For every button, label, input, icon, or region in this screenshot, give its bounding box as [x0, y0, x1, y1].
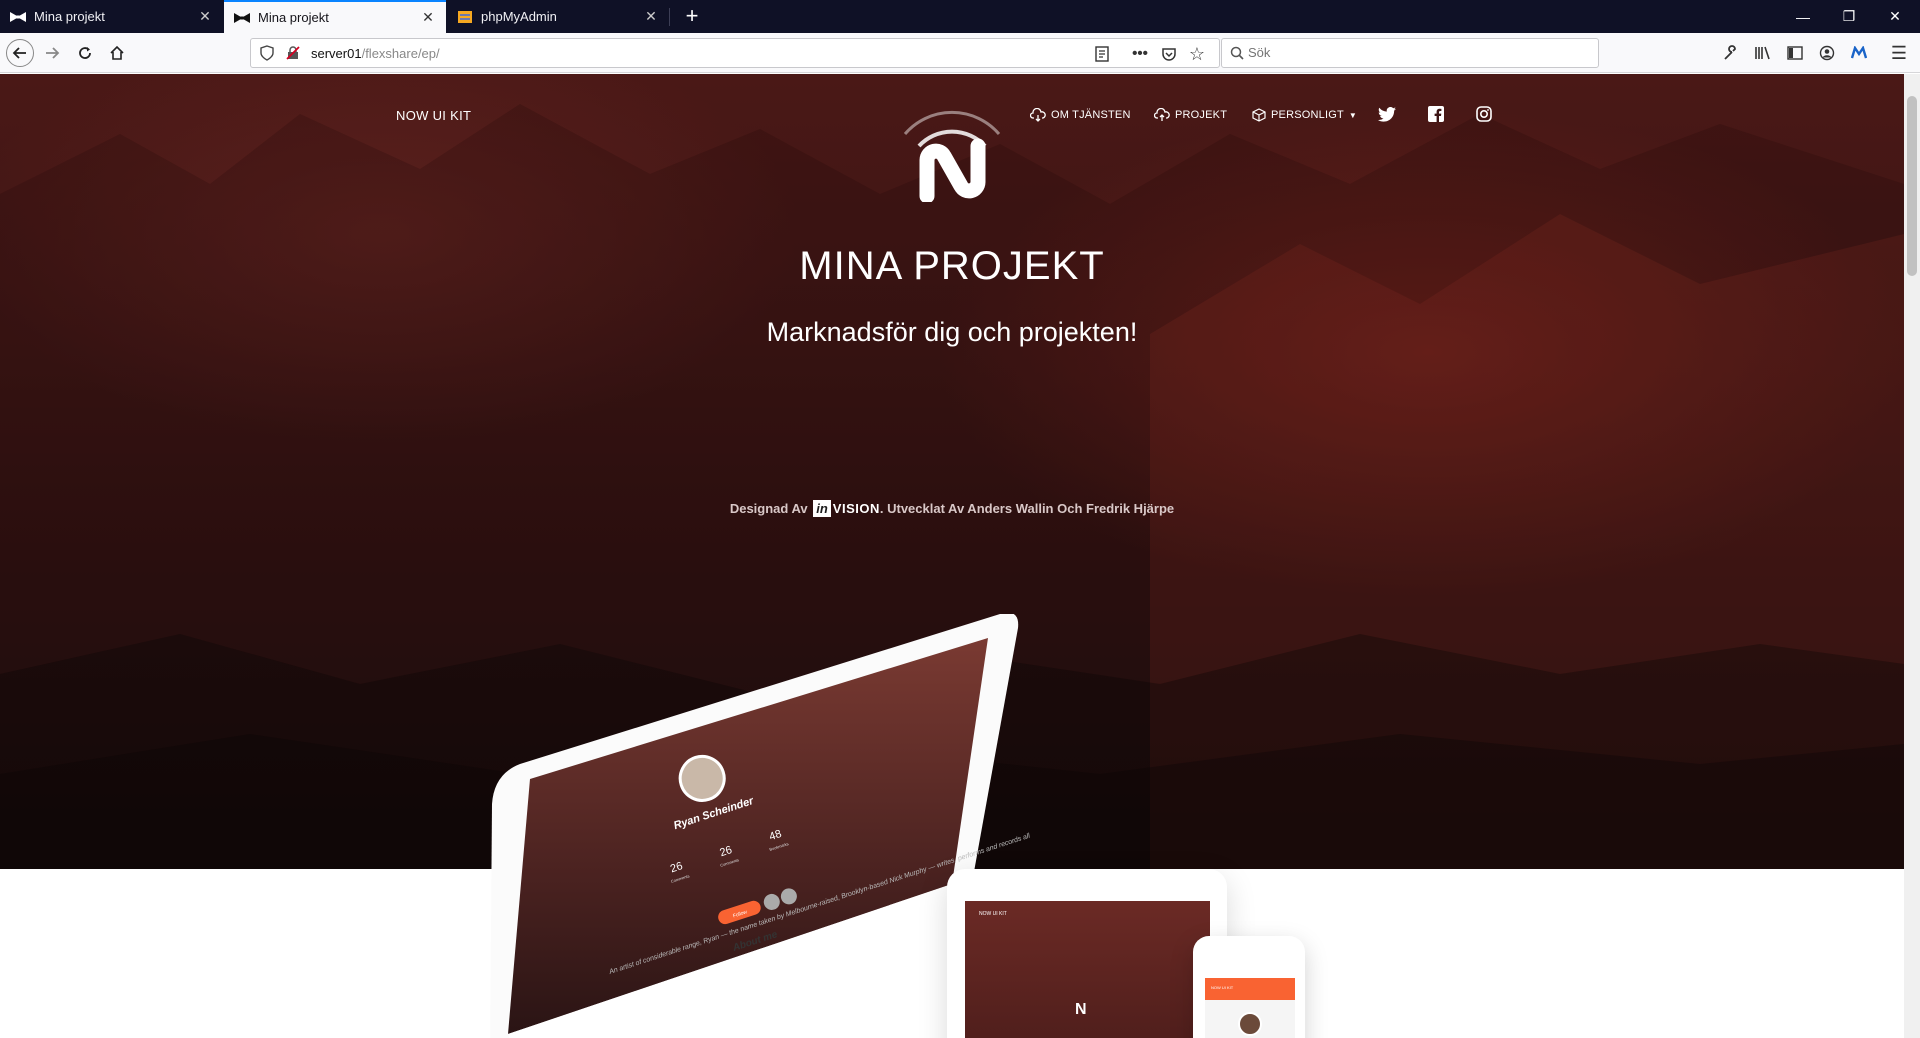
scrollbar-thumb[interactable] — [1907, 96, 1917, 276]
url-bar[interactable]: server01/flexshare/ep/ ••• ☆ — [250, 38, 1220, 68]
credits-suffix: . Utvecklat Av Anders Wallin Och Fredrik… — [879, 501, 1175, 516]
page-content: NOW UI KIT OM TJÄNSTEN PROJEKT PERSONLIG… — [0, 74, 1904, 1038]
instagram-icon — [1476, 106, 1492, 122]
now-ui-logo — [903, 111, 1001, 202]
nav-label: PERSONLIGT — [1271, 109, 1344, 121]
account-icon[interactable] — [1818, 44, 1836, 62]
credits-line: Designad Av in VISION. Utvecklat Av Ander… — [0, 500, 1904, 517]
phone-header: NOW UI KIT — [1205, 978, 1295, 1000]
caret-down-icon: ▼ — [1348, 110, 1358, 120]
facebook-link[interactable] — [1426, 104, 1446, 124]
tab-mina-projekt-1[interactable]: Mina projekt ✕ — [0, 0, 223, 33]
cloud-download-icon — [1030, 108, 1046, 122]
nav-label: PROJEKT — [1175, 109, 1228, 121]
navbar-brand[interactable]: NOW UI KIT — [396, 108, 471, 123]
reload-icon — [79, 47, 91, 59]
back-button[interactable] — [6, 39, 34, 67]
phone-screen: NOW UI KIT — [1205, 978, 1295, 1038]
box-icon — [1252, 108, 1266, 122]
tab-title: Mina projekt — [258, 10, 329, 25]
nav-projekt[interactable]: PROJEKT — [1154, 108, 1227, 122]
instagram-link[interactable] — [1474, 104, 1494, 124]
hamburger-menu-icon[interactable]: ☰ — [1890, 43, 1908, 63]
invision-logo[interactable]: in VISION — [811, 500, 880, 517]
more-actions-icon[interactable]: ••• — [1129, 43, 1151, 63]
home-icon — [110, 45, 124, 60]
shield-icon[interactable] — [259, 45, 275, 61]
credits-prefix: Designad Av — [729, 501, 808, 516]
tab-separator — [669, 8, 670, 26]
tab-title: Mina projekt — [34, 9, 105, 24]
invision-in: in — [813, 500, 831, 517]
nav-label: OM TJÄNSTEN — [1051, 109, 1131, 121]
wrench-icon[interactable] — [1722, 44, 1740, 62]
tablet-brand: NOW UI KIT — [979, 911, 1007, 917]
close-tab-icon[interactable]: ✕ — [420, 9, 436, 26]
page-subtitle: Marknadsför dig och projekten! — [766, 317, 1138, 347]
extension-icon[interactable] — [1850, 44, 1868, 62]
url-host: server01 — [311, 46, 362, 61]
close-tab-icon[interactable]: ✕ — [197, 8, 213, 25]
tablet-logo: N — [1075, 1001, 1087, 1018]
tab-title: phpMyAdmin — [481, 9, 557, 24]
tab-bar: Mina projekt ✕ Mina projekt ✕ phpMyAdmin… — [0, 0, 1920, 33]
tablet-mockup: NOW UI KIT N — [947, 869, 1227, 1038]
forward-button[interactable] — [38, 39, 66, 67]
tab-mina-projekt-2[interactable]: Mina projekt ✕ — [224, 0, 446, 33]
phone-brand: NOW UI KIT — [1211, 985, 1234, 990]
tab-phpmyadmin[interactable]: phpMyAdmin ✕ — [447, 0, 669, 33]
invision-vision: VISION — [832, 501, 880, 516]
bookmark-star-icon[interactable]: ☆ — [1187, 44, 1207, 64]
close-tab-icon[interactable]: ✕ — [643, 8, 659, 25]
sidebar-icon[interactable] — [1786, 44, 1804, 62]
close-window-button[interactable]: ✕ — [1872, 0, 1918, 33]
forward-arrow-icon — [46, 47, 60, 59]
nav-personligt-dropdown[interactable]: PERSONLIGT ▼ — [1252, 108, 1357, 122]
new-tab-button[interactable]: + — [678, 3, 706, 31]
restore-button[interactable]: ❐ — [1826, 0, 1872, 33]
minimize-button[interactable]: — — [1780, 0, 1826, 33]
twitter-icon — [1378, 106, 1396, 122]
page-title: MINA PROJEKT — [799, 244, 1105, 288]
twitter-link[interactable] — [1377, 104, 1397, 124]
back-arrow-icon — [12, 47, 26, 59]
home-button[interactable] — [103, 39, 131, 67]
insecure-lock-icon[interactable] — [285, 45, 301, 61]
phone-avatar — [1238, 1012, 1262, 1036]
search-input[interactable] — [1248, 45, 1578, 60]
bowtie-icon — [10, 9, 26, 25]
url-path: /flexshare/ep/ — [361, 46, 440, 61]
bowtie-icon — [234, 10, 250, 26]
reload-button[interactable] — [71, 39, 99, 67]
tablet-screen: NOW UI KIT N — [965, 901, 1210, 1038]
navigation-toolbar: server01/flexshare/ep/ ••• ☆ ☰ — [0, 33, 1920, 73]
url-text[interactable]: server01/flexshare/ep/ — [311, 46, 440, 61]
page-scrollbar[interactable] — [1904, 74, 1920, 1038]
phpmyadmin-icon — [457, 9, 473, 25]
search-bar[interactable] — [1221, 38, 1599, 68]
nav-om-tjansten[interactable]: OM TJÄNSTEN — [1030, 108, 1131, 122]
facebook-icon — [1428, 106, 1444, 122]
phone-mockup: NOW UI KIT — [1193, 936, 1305, 1038]
search-icon — [1229, 45, 1245, 61]
cloud-upload-icon — [1154, 108, 1170, 121]
reader-view-icon[interactable] — [1093, 45, 1111, 63]
pocket-icon[interactable] — [1159, 44, 1179, 64]
library-icon[interactable] — [1754, 44, 1772, 62]
